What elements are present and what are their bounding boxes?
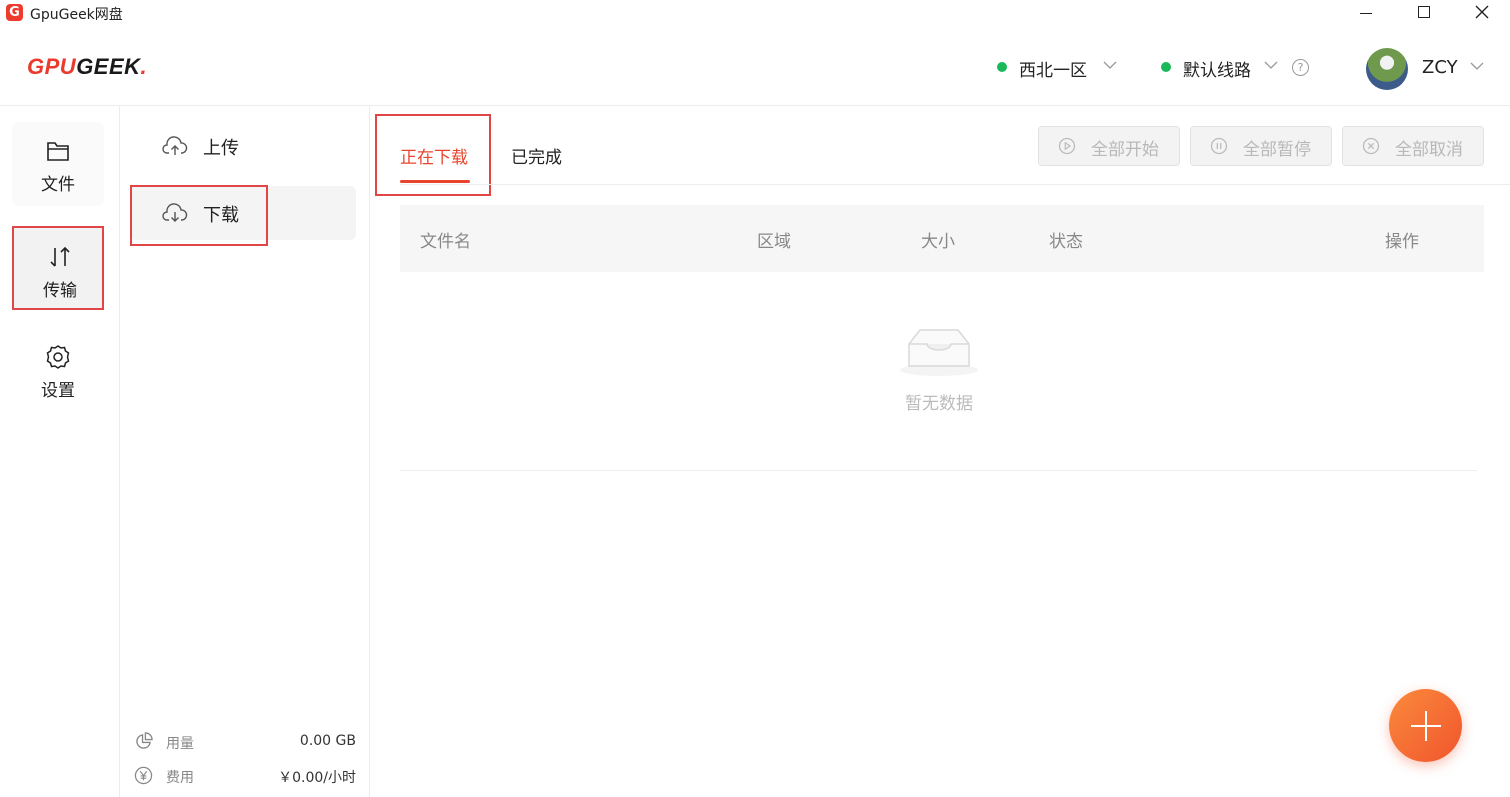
gear-icon xyxy=(46,345,70,369)
close-button[interactable] xyxy=(1457,0,1507,26)
pie-chart-icon xyxy=(136,732,153,749)
add-button[interactable] xyxy=(1389,689,1462,762)
subnav-item-label: 上传 xyxy=(203,138,239,159)
pause-all-button[interactable]: 全部暂停 xyxy=(1190,126,1332,166)
usage-value: 0.00 GB xyxy=(299,733,356,749)
sidebar-item-label: 传输 xyxy=(43,281,77,301)
chevron-down-icon xyxy=(1264,61,1278,69)
transfer-icon xyxy=(50,246,70,267)
minimize-button[interactable] xyxy=(1345,0,1395,26)
folder-icon xyxy=(47,142,69,161)
pause-circle-icon xyxy=(1210,137,1228,155)
app-window: G GpuGeek网盘 GPUGEEK. 西北一区 默认线路 ? ZCY 文件 … xyxy=(0,0,1510,797)
title-bar: G GpuGeek网盘 xyxy=(0,0,1510,26)
app-logo-icon: G xyxy=(6,4,23,21)
start-all-button[interactable]: 全部开始 xyxy=(1038,126,1180,166)
route-label: 默认线路 xyxy=(1183,61,1251,81)
yen-icon xyxy=(134,766,153,785)
cancel-all-button[interactable]: 全部取消 xyxy=(1342,126,1484,166)
subnav-item-upload[interactable]: 上传 xyxy=(130,119,356,173)
close-icon xyxy=(1475,5,1489,19)
route-status-dot xyxy=(1161,62,1171,72)
avatar[interactable] xyxy=(1366,48,1408,90)
sidebar-item-label: 文件 xyxy=(41,175,75,195)
app-header: GPUGEEK. 西北一区 默认线路 xyxy=(0,26,1510,106)
cancel-all-label: 全部取消 xyxy=(1395,140,1463,160)
user-name[interactable]: ZCY xyxy=(1422,57,1458,78)
column-header-status: 状态 xyxy=(1049,232,1083,252)
maximize-button[interactable] xyxy=(1400,0,1450,26)
main-sidebar: 文件 传输 设置 xyxy=(0,106,120,797)
pause-all-label: 全部暂停 xyxy=(1243,140,1311,160)
close-circle-icon xyxy=(1362,137,1380,155)
column-header-size: 大小 xyxy=(921,232,955,252)
column-header-filename: 文件名 xyxy=(420,232,471,252)
route-selector[interactable]: 默认线路 xyxy=(1161,56,1278,81)
region-label: 西北一区 xyxy=(1019,61,1087,81)
region-status-dot xyxy=(997,62,1007,72)
cost-label: 费用 xyxy=(166,770,194,786)
empty-inbox-icon xyxy=(900,329,978,376)
column-header-region: 区域 xyxy=(757,232,791,252)
start-all-label: 全部开始 xyxy=(1091,140,1159,160)
sidebar-item-files[interactable]: 文件 xyxy=(12,122,104,206)
window-title: GpuGeek网盘 xyxy=(30,7,123,23)
tab-completed[interactable]: 已完成 xyxy=(511,143,562,168)
empty-state-text: 暂无数据 xyxy=(905,394,973,414)
brand-logo: GPUGEEK. xyxy=(27,54,148,79)
region-selector[interactable]: 西北一区 xyxy=(997,56,1117,81)
help-icon[interactable]: ? xyxy=(1292,59,1309,76)
chevron-down-icon[interactable] xyxy=(1470,61,1484,71)
chevron-down-icon xyxy=(1103,61,1117,69)
table-header: 文件名 区域 大小 状态 操作 xyxy=(400,205,1484,272)
column-header-actions: 操作 xyxy=(1385,232,1419,252)
usage-label: 用量 xyxy=(166,736,194,752)
download-highlight-box xyxy=(130,185,268,246)
sidebar-item-transfer[interactable]: 传输 xyxy=(12,226,104,310)
play-circle-icon xyxy=(1058,137,1076,155)
cost-value: ￥0.00/小时 xyxy=(278,770,356,786)
table-divider xyxy=(400,470,1477,471)
cloud-upload-icon xyxy=(162,136,188,155)
tabs-divider xyxy=(400,184,1510,185)
